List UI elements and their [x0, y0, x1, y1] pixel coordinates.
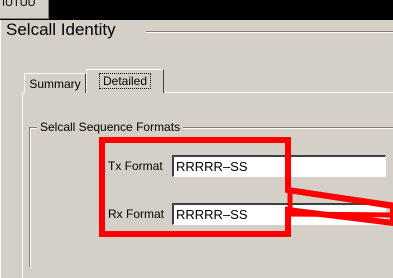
tab-detailed[interactable]: Detailed [86, 69, 164, 93]
rx-format-label: Rx Format [108, 207, 165, 221]
tab-summary[interactable]: Summary [24, 73, 86, 93]
tab-detailed-label: Detailed [98, 73, 152, 89]
rx-format-input[interactable] [172, 203, 386, 225]
tx-format-label: Tx Format [108, 159, 163, 173]
screenshot-stage: IUTUU Selcall Identity Summary Detailed … [0, 0, 393, 278]
group-box-border-highlight [30, 128, 393, 268]
top-tab-label: IUTUU [2, 0, 36, 9]
top-strip: IUTUU [0, 0, 393, 20]
title-divider-highlight [146, 32, 393, 33]
group-box-title: Selcall Sequence Formats [37, 120, 184, 134]
top-tab[interactable]: IUTUU [0, 0, 49, 19]
tx-format-input[interactable] [172, 155, 386, 177]
tab-summary-label: Summary [29, 77, 81, 91]
page-title: Selcall Identity [6, 20, 116, 39]
